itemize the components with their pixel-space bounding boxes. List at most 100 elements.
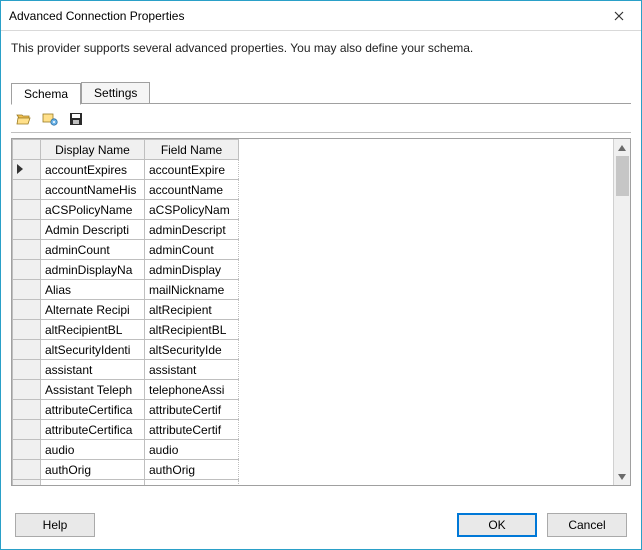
row-header[interactable] [13,460,41,480]
save-button[interactable] [67,110,85,128]
row-header[interactable] [13,240,41,260]
cell-field-name[interactable]: attributeCertif [145,400,239,420]
table-row[interactable]: accountExpiresaccountExpire [13,160,239,180]
table-row[interactable]: audioaudio [13,440,239,460]
row-header[interactable] [13,420,41,440]
table-row[interactable]: aCSPolicyNameaCSPolicyNam [13,200,239,220]
cell-display-name[interactable]: Assistant Teleph [41,380,145,400]
cell-field-name[interactable]: telephoneAssi [145,380,239,400]
help-button[interactable]: Help [15,513,95,537]
cell-display-name[interactable]: adminDisplayNa [41,260,145,280]
cell-field-name[interactable]: accountName [145,180,239,200]
cell-field-name[interactable]: authOrig [145,460,239,480]
cell-display-name[interactable]: Alias [41,280,145,300]
ok-button[interactable]: OK [457,513,537,537]
open-button[interactable] [15,110,33,128]
cell-display-name[interactable]: aCSPolicyName [41,200,145,220]
cell-field-name[interactable]: adminDisplay [145,260,239,280]
cell-field-name[interactable]: mailNickname [145,280,239,300]
table-row[interactable]: altSecurityIdentialtSecurityIde [13,340,239,360]
row-header[interactable] [13,440,41,460]
row-header[interactable] [13,180,41,200]
save-icon [68,111,84,127]
vertical-scrollbar[interactable] [613,139,630,485]
cell-display-name[interactable]: altRecipientBL [41,320,145,340]
table-row[interactable]: adminCountadminCount [13,240,239,260]
tab-settings-label: Settings [94,86,137,100]
row-header[interactable] [13,480,41,486]
cell-field-name[interactable]: attributeCertif [145,420,239,440]
cell-field-name[interactable]: accountExpire [145,160,239,180]
gear-run-icon [42,111,58,127]
table-row[interactable]: AliasmailNickname [13,280,239,300]
cell-display-name[interactable]: authOrig [41,460,145,480]
tabstrip-line [150,81,631,104]
table-row[interactable]: Alternate RecipialtRecipient [13,300,239,320]
cell-field-name[interactable]: altRecipient [145,300,239,320]
cell-display-name[interactable]: assistant [41,360,145,380]
table-row[interactable]: adminDisplayNaadminDisplay [13,260,239,280]
cell-field-name[interactable]: adminCount [145,240,239,260]
row-header[interactable] [13,280,41,300]
table-row[interactable]: assistantassistant [13,360,239,380]
tab-settings[interactable]: Settings [81,82,150,104]
row-header-corner[interactable] [13,140,41,160]
grid-viewport: Display Name Field Name accountExpiresac… [12,139,613,485]
cell-display-name[interactable]: accountExpires [41,160,145,180]
row-header[interactable] [13,400,41,420]
toolbar [15,108,631,130]
cell-field-name[interactable]: authOrigBL [145,480,239,486]
row-header[interactable] [13,320,41,340]
scroll-down-button[interactable] [614,468,631,485]
grid-table: Display Name Field Name accountExpiresac… [12,139,239,485]
table-row[interactable]: altRecipientBLaltRecipientBL [13,320,239,340]
cell-field-name[interactable]: assistant [145,360,239,380]
row-header[interactable] [13,300,41,320]
cell-field-name[interactable]: altSecurityIde [145,340,239,360]
cell-display-name[interactable]: attributeCertifica [41,400,145,420]
cancel-button[interactable]: Cancel [547,513,627,537]
tab-schema[interactable]: Schema [11,83,81,105]
table-row[interactable]: accountNameHisaccountName [13,180,239,200]
scrollbar-thumb[interactable] [616,156,629,196]
cell-field-name[interactable]: adminDescript [145,220,239,240]
table-row[interactable]: Admin DescriptiadminDescript [13,220,239,240]
run-button[interactable] [41,110,59,128]
table-row[interactable]: attributeCertificaattributeCertif [13,400,239,420]
row-header[interactable] [13,220,41,240]
cell-field-name[interactable]: audio [145,440,239,460]
schema-grid: Display Name Field Name accountExpiresac… [11,138,631,486]
table-row[interactable]: authOrigBLauthOrigBL [13,480,239,486]
window-title: Advanced Connection Properties [9,9,184,23]
dialog-description: This provider supports several advanced … [1,31,641,61]
scrollbar-track[interactable] [614,156,630,468]
cell-display-name[interactable]: Alternate Recipi [41,300,145,320]
scroll-up-button[interactable] [614,139,631,156]
row-header[interactable] [13,340,41,360]
row-header[interactable] [13,160,41,180]
row-header[interactable] [13,380,41,400]
cell-display-name[interactable]: authOrigBL [41,480,145,486]
cell-display-name[interactable]: attributeCertifica [41,420,145,440]
row-header[interactable] [13,200,41,220]
cell-field-name[interactable]: altRecipientBL [145,320,239,340]
column-header-display-name[interactable]: Display Name [41,140,145,160]
row-header[interactable] [13,360,41,380]
table-row[interactable]: authOrigauthOrig [13,460,239,480]
cell-display-name[interactable]: altSecurityIdenti [41,340,145,360]
cell-display-name[interactable]: accountNameHis [41,180,145,200]
row-header[interactable] [13,260,41,280]
table-row[interactable]: attributeCertificaattributeCertif [13,420,239,440]
title-bar: Advanced Connection Properties [1,1,641,31]
cell-display-name[interactable]: adminCount [41,240,145,260]
table-row[interactable]: Assistant TelephtelephoneAssi [13,380,239,400]
cell-display-name[interactable]: Admin Descripti [41,220,145,240]
cell-display-name[interactable]: audio [41,440,145,460]
column-header-field-name[interactable]: Field Name [145,140,239,160]
cell-field-name[interactable]: aCSPolicyNam [145,200,239,220]
close-button[interactable] [596,1,641,31]
row-selector-caret-icon [17,164,23,174]
chevron-down-icon [618,474,626,480]
close-icon [614,11,624,21]
toolbar-separator [11,132,631,134]
